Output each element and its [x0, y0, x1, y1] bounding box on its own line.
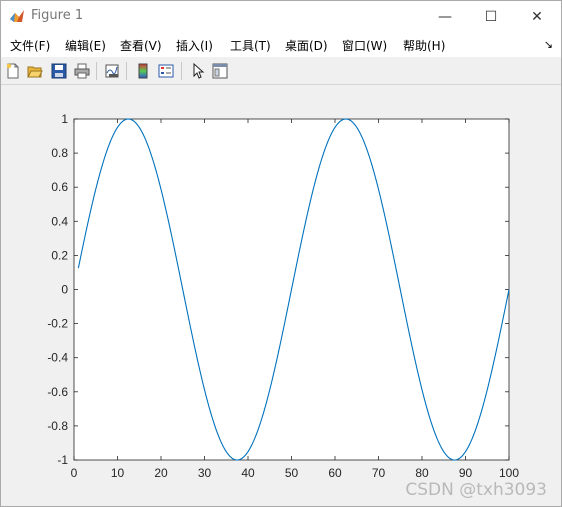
- y-tick-label: 1: [61, 112, 68, 126]
- x-tick-label: 0: [71, 466, 78, 480]
- pointer-icon: [193, 63, 205, 79]
- menu-file[interactable]: 文件(F): [10, 37, 50, 54]
- toolbar: [1, 58, 561, 85]
- toolbar-separator: [126, 62, 127, 80]
- close-button[interactable]: ✕: [514, 1, 560, 32]
- y-tick-label: 0.2: [51, 248, 68, 262]
- menu-edit[interactable]: 编辑(E): [65, 37, 106, 54]
- watermark: CSDN @txh3093: [405, 480, 547, 500]
- y-tick-label: -0.6: [47, 385, 68, 399]
- pointer-button[interactable]: [188, 61, 208, 81]
- y-tick-label: 0.4: [51, 214, 68, 228]
- title-bar[interactable]: Figure 1 — ☐ ✕: [1, 1, 561, 32]
- x-tick-label: 50: [285, 466, 299, 480]
- maximize-icon: ☐: [484, 8, 498, 25]
- x-tick-label: 20: [154, 466, 168, 480]
- save-icon: [51, 63, 67, 79]
- open-file-button[interactable]: [25, 61, 45, 81]
- property-editor-button[interactable]: [210, 61, 230, 81]
- figure-window: Figure 1 — ☐ ✕ 文件(F) 编辑(E) 查看(V) 插入(I) 工…: [0, 0, 562, 507]
- y-tick-label: 0.6: [51, 180, 68, 194]
- link-plot-icon: [105, 64, 119, 78]
- y-tick-label: 0: [61, 283, 68, 297]
- menu-bar: 文件(F) 编辑(E) 查看(V) 插入(I) 工具(T) 桌面(D) 窗口(W…: [1, 32, 561, 57]
- menu-view[interactable]: 查看(V): [120, 37, 162, 54]
- x-tick-label: 80: [415, 466, 429, 480]
- plot-axes[interactable]: 0 10 20 30 40 50 60 70 80 90 100-1-0.8-0.6-0.4-0.2…: [1, 85, 561, 506]
- menu-overflow-icon[interactable]: ↘: [544, 38, 553, 51]
- y-tick-label: -0.4: [47, 351, 68, 365]
- new-figure-button[interactable]: [3, 61, 23, 81]
- menu-window[interactable]: 窗口(W): [342, 37, 387, 54]
- minimize-button[interactable]: —: [422, 1, 468, 32]
- x-tick-label: 40: [241, 466, 255, 480]
- new-figure-icon: [6, 63, 19, 79]
- menu-insert[interactable]: 插入(I): [176, 37, 213, 54]
- property-editor-icon: [212, 63, 228, 79]
- toolbar-separator: [181, 62, 182, 80]
- toolbar-separator: [96, 62, 97, 80]
- menu-tools[interactable]: 工具(T): [230, 37, 271, 54]
- minimize-icon: —: [438, 8, 452, 25]
- y-tick-label: -0.8: [47, 419, 68, 433]
- save-button[interactable]: [49, 61, 69, 81]
- menu-desktop[interactable]: 桌面(D): [285, 37, 328, 54]
- x-tick-label: 30: [198, 466, 212, 480]
- print-button[interactable]: [72, 61, 92, 81]
- legend-icon: [158, 64, 174, 78]
- y-tick-label: -0.2: [47, 317, 68, 331]
- print-icon: [74, 63, 90, 79]
- close-icon: ✕: [531, 8, 543, 25]
- colorbar-icon: [138, 63, 148, 79]
- y-tick-label: -1: [57, 453, 68, 467]
- figure-canvas: 0 10 20 30 40 50 60 70 80 90 100 -1 -0.8 -0.6 -0.4 -0.2…: [1, 85, 561, 506]
- open-file-icon: [27, 66, 43, 78]
- link-plot-button[interactable]: [102, 61, 122, 81]
- x-tick-label: 10: [111, 466, 125, 480]
- menu-help[interactable]: 帮助(H): [403, 37, 445, 54]
- window-title: Figure 1: [31, 8, 84, 23]
- x-tick-label: 60: [328, 466, 342, 480]
- x-tick-label: 90: [459, 466, 473, 480]
- colorbar-button[interactable]: [133, 61, 153, 81]
- y-tick-label: 0.8: [51, 146, 68, 160]
- x-tick-label: 70: [372, 466, 386, 480]
- maximize-button[interactable]: ☐: [468, 1, 514, 32]
- matlab-logo-icon: [10, 10, 24, 22]
- x-tick-label: 100: [499, 466, 519, 480]
- legend-button[interactable]: [156, 61, 176, 81]
